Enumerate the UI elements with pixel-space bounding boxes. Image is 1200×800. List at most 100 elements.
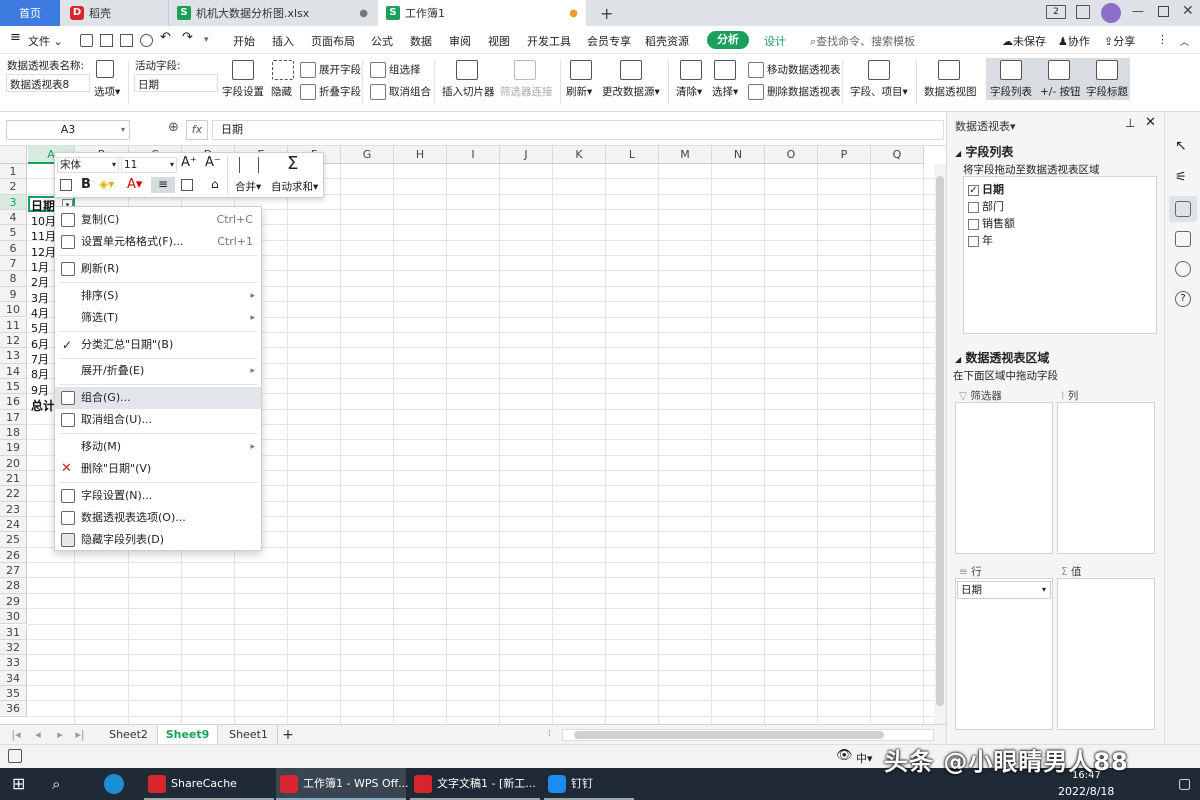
- row-header-27[interactable]: 27: [0, 563, 27, 579]
- filter-drop-area[interactable]: [955, 402, 1053, 554]
- row-header-31[interactable]: 31: [0, 624, 27, 640]
- pivot-chart-button[interactable]: 数据透视图: [924, 84, 977, 99]
- area-header[interactable]: ◢ 数据透视表区域: [955, 349, 1049, 366]
- active-field-input[interactable]: 日期: [134, 74, 218, 92]
- row-header-11[interactable]: 11: [0, 317, 27, 333]
- menu-item-delete[interactable]: ✕ 删除"日期"(V): [55, 458, 261, 480]
- menu-review[interactable]: 审阅: [449, 33, 471, 49]
- font-select[interactable]: 宋体 ▾: [57, 157, 119, 173]
- first-sheet-icon[interactable]: |◂: [8, 725, 24, 745]
- hide-button[interactable]: 隐藏: [271, 84, 292, 99]
- field-item-date[interactable]: ✓ 日期: [968, 181, 1004, 197]
- menu-item-sort[interactable]: 排序(S) ▸: [55, 285, 261, 307]
- column-header-l[interactable]: L: [606, 146, 659, 164]
- row-header-17[interactable]: 17: [0, 409, 27, 425]
- column-header-j[interactable]: J: [500, 146, 553, 164]
- menu-developer[interactable]: 开发工具: [527, 33, 571, 49]
- prev-sheet-icon[interactable]: ◂: [30, 725, 46, 745]
- cell-a6[interactable]: 12月: [28, 244, 56, 260]
- vertical-scroll-thumb[interactable]: [936, 176, 944, 706]
- menu-analyze-tab[interactable]: 分析: [707, 31, 749, 49]
- row-header-18[interactable]: 18: [0, 424, 27, 441]
- zoom-icon[interactable]: ⊕: [168, 120, 179, 135]
- menu-resources[interactable]: 稻壳资源: [645, 33, 689, 49]
- font-grow-icon[interactable]: A⁺: [181, 155, 197, 170]
- row-header-32[interactable]: 32: [0, 639, 27, 656]
- dingding-app[interactable]: 钉钉: [544, 768, 634, 800]
- column-header-q[interactable]: Q: [871, 146, 924, 164]
- field-item-dept[interactable]: 部门: [968, 198, 1004, 214]
- formula-input[interactable]: 日期: [212, 120, 944, 140]
- quick-access-chevron-icon[interactable]: ▾: [204, 35, 209, 45]
- ungroup-button[interactable]: 取消组合: [370, 84, 431, 100]
- font-color-icon[interactable]: A▾: [127, 177, 142, 192]
- row-header-22[interactable]: 22: [0, 486, 27, 502]
- refresh-button[interactable]: 刷新▾: [566, 84, 592, 99]
- clear-format-icon[interactable]: ⌂: [211, 177, 219, 191]
- close-icon[interactable]: ●: [359, 8, 368, 19]
- row-header-35[interactable]: 35: [0, 685, 27, 702]
- delete-pivot-button[interactable]: 删除数据透视表: [748, 84, 841, 100]
- cell-a5[interactable]: 11月: [28, 228, 56, 244]
- row-header-33[interactable]: 33: [0, 655, 27, 671]
- format-painter-icon[interactable]: [60, 179, 72, 191]
- checkbox-icon[interactable]: [968, 235, 979, 247]
- restore-icon[interactable]: [1158, 6, 1169, 17]
- cell-a11[interactable]: 5月: [28, 320, 49, 336]
- field-item-year[interactable]: 年: [968, 232, 993, 248]
- expand-field-button[interactable]: 展开字段: [300, 62, 361, 78]
- cell-a10[interactable]: 4月: [28, 305, 49, 321]
- row-header-5[interactable]: 5: [0, 225, 27, 241]
- row-header-2[interactable]: 2: [0, 179, 27, 195]
- tab-file2[interactable]: S 工作簿1 ●: [378, 0, 586, 26]
- cell-a14[interactable]: 8月: [28, 366, 49, 382]
- tab-file1[interactable]: S 机机大数据分析图.xlsx ●: [168, 0, 376, 26]
- new-tab-button[interactable]: +: [592, 0, 613, 26]
- row-header-10[interactable]: 10: [0, 302, 27, 318]
- plus-minus-button[interactable]: +/- 按钮: [1040, 84, 1080, 99]
- menu-item-pivot-options[interactable]: 数据透视表选项(O)...: [55, 507, 261, 529]
- checkbox-icon[interactable]: [968, 201, 979, 213]
- row-header-13[interactable]: 13: [0, 348, 27, 364]
- row-header-23[interactable]: 23: [0, 501, 27, 518]
- column-header-k[interactable]: K: [553, 146, 606, 164]
- search-icon[interactable]: ⌕: [52, 768, 60, 800]
- preview-icon[interactable]: [140, 34, 153, 47]
- row-drop-area[interactable]: 日期 ▾: [955, 578, 1053, 730]
- row-header-16[interactable]: 16: [0, 394, 27, 410]
- column-header-g[interactable]: G: [341, 146, 394, 164]
- adjust-icon[interactable]: ⚟: [1175, 170, 1191, 186]
- row-header-12[interactable]: 12: [0, 332, 27, 349]
- close-pane-icon[interactable]: ✕: [1145, 115, 1156, 130]
- window-count-icon[interactable]: 2: [1046, 5, 1066, 19]
- row-header-9[interactable]: 9: [0, 286, 27, 303]
- menu-data[interactable]: 数据: [410, 33, 432, 49]
- field-list-button[interactable]: 字段列表: [990, 84, 1032, 99]
- pin-icon[interactable]: ⊥: [1125, 116, 1135, 130]
- menu-item-expand[interactable]: 展开/折叠(E) ▸: [55, 360, 261, 382]
- menu-member[interactable]: 会员专享: [587, 33, 631, 49]
- last-sheet-icon[interactable]: ▸|: [72, 725, 88, 745]
- checkbox-checked-icon[interactable]: ✓: [968, 184, 979, 196]
- hamburger-icon[interactable]: ≡: [10, 30, 21, 45]
- insert-slicer-button[interactable]: 插入切片器: [442, 84, 495, 99]
- row-header-24[interactable]: 24: [0, 517, 27, 533]
- row-header-19[interactable]: 19: [0, 440, 27, 456]
- align-icon[interactable]: ≡: [151, 177, 175, 193]
- horizontal-scroll-thumb[interactable]: [574, 731, 884, 739]
- font-size-select[interactable]: 11 ▾: [121, 157, 177, 173]
- font-shrink-icon[interactable]: A⁻: [205, 155, 221, 170]
- collapse-field-button[interactable]: 折叠字段: [300, 84, 361, 100]
- undo-icon[interactable]: ↶: [160, 30, 171, 45]
- name-box[interactable]: A3 ▾: [6, 120, 130, 140]
- eye-protect-icon[interactable]: 👁: [836, 748, 853, 763]
- row-header-28[interactable]: 28: [0, 578, 27, 594]
- help-icon[interactable]: ?: [1175, 291, 1191, 307]
- row-header-1[interactable]: 1: [0, 164, 27, 180]
- row-header-20[interactable]: 20: [0, 455, 27, 471]
- tab-home[interactable]: 首页: [0, 0, 60, 26]
- menu-item-subtotal[interactable]: ✓ 分类汇总"日期"(B): [55, 334, 261, 356]
- minimize-icon[interactable]: —: [1132, 4, 1144, 18]
- menu-item-refresh[interactable]: 刷新(R): [55, 258, 261, 280]
- edge-app[interactable]: [104, 768, 130, 800]
